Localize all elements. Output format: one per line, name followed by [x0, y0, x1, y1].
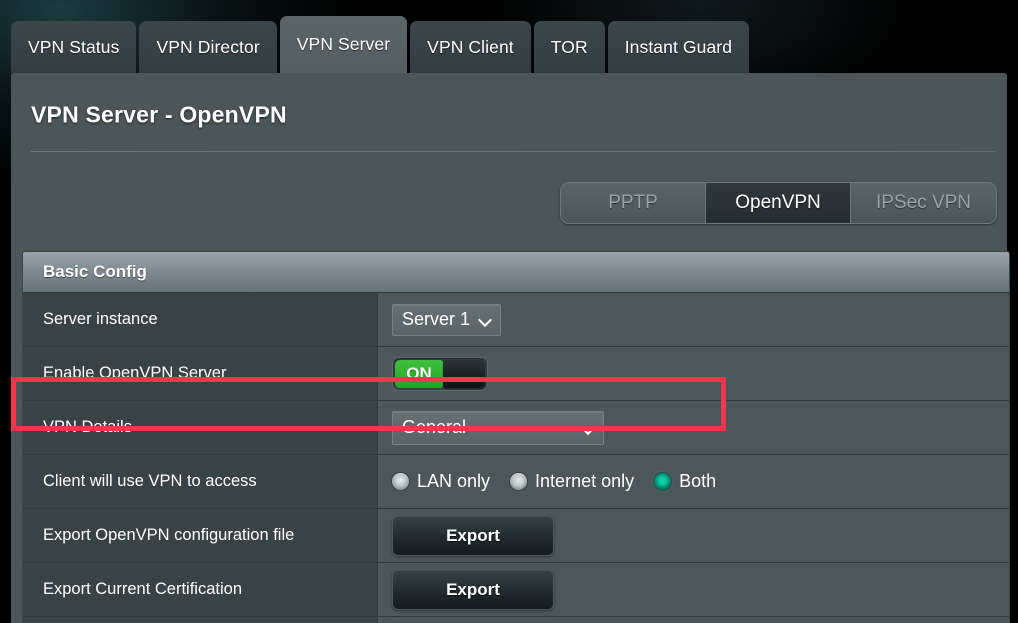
section-title: Basic Config [43, 262, 147, 281]
protocol-button-label: OpenVPN [735, 192, 821, 213]
radio-icon-selected [654, 473, 672, 490]
protocol-button-pptp[interactable]: PPTP [561, 183, 706, 223]
row-label: Server instance [23, 293, 378, 346]
table-row-server-instance: Server instance Server 1 [23, 292, 1009, 346]
row-value: Upload [378, 617, 1009, 623]
table-row-vpn-details: VPN Details General [23, 400, 1009, 454]
tab-vpn-director[interactable]: VPN Director [139, 21, 277, 73]
panel-header: VPN Server - OpenVPN [11, 73, 1007, 158]
radio-option-both[interactable]: Both [654, 471, 716, 492]
row-label: Export OpenVPN configuration file [23, 509, 378, 562]
title-divider [31, 151, 995, 152]
radio-option-lan-only[interactable]: LAN only [392, 471, 490, 492]
radio-label: Internet only [535, 471, 635, 491]
tab-tor[interactable]: TOR [533, 21, 605, 73]
tab-label: VPN Director [156, 36, 260, 57]
row-value: Export [378, 509, 1009, 562]
row-value: General [378, 401, 1009, 454]
row-label: VPN Details [23, 401, 378, 454]
export-certification-button[interactable]: Export [392, 569, 554, 610]
table-row-export-certification: Export Current Certification Export [23, 562, 1009, 616]
row-label: Enable OpenVPN Server [23, 347, 378, 400]
tab-vpn-status[interactable]: VPN Status [11, 21, 137, 73]
tab-label: TOR [550, 36, 588, 57]
table-row-enable-openvpn-server: Enable OpenVPN Server ON [23, 346, 1009, 400]
select-value: General [402, 417, 467, 437]
basic-config-table: Basic Config Server instance Server 1 En… [22, 251, 1010, 623]
content-panel: VPN Server - OpenVPN PPTP OpenVPN IPSec … [11, 73, 1010, 623]
row-value: Export [378, 563, 1009, 616]
toggle-on-label: ON [395, 359, 443, 388]
select-value: Server 1 [402, 309, 471, 329]
tab-vpn-server[interactable]: VPN Server [279, 16, 408, 73]
client-access-radio-group: LAN only Internet only Both [392, 471, 716, 492]
router-admin-page: VPN Status VPN Director VPN Server VPN C… [0, 0, 1018, 623]
row-label: Export Current Certification [23, 563, 378, 616]
vpn-details-select[interactable]: General [392, 410, 604, 445]
radio-icon [392, 473, 409, 490]
tab-label: VPN Status [28, 36, 120, 57]
row-value: LAN only Internet only Both [378, 455, 1009, 508]
toggle-knob [443, 359, 485, 388]
row-label: Import Original Certification [23, 617, 378, 623]
protocol-segmented-control: PPTP OpenVPN IPSec VPN [560, 182, 997, 224]
row-value: Server 1 [378, 293, 1009, 346]
tab-label: Instant Guard [624, 36, 733, 57]
protocol-button-label: IPSec VPN [875, 192, 972, 213]
tab-vpn-client[interactable]: VPN Client [410, 21, 531, 73]
radio-label: LAN only [417, 471, 491, 491]
radio-icon [510, 473, 528, 490]
radio-label: Both [679, 471, 717, 491]
tab-label: VPN Server [296, 34, 391, 54]
server-instance-select[interactable]: Server 1 [392, 303, 502, 336]
enable-openvpn-toggle[interactable]: ON [392, 356, 488, 391]
export-config-button[interactable]: Export [392, 515, 554, 556]
page-title: VPN Server - OpenVPN [31, 101, 287, 128]
row-label: Client will use VPN to access [23, 455, 378, 508]
radio-option-internet-only[interactable]: Internet only [510, 471, 634, 492]
table-row-client-access: Client will use VPN to access LAN only I… [23, 454, 1009, 508]
protocol-button-ipsec-vpn[interactable]: IPSec VPN [851, 183, 996, 223]
tab-label: VPN Client [427, 36, 514, 57]
protocol-button-label: PPTP [608, 192, 658, 213]
chevron-down-icon [480, 314, 491, 325]
protocol-button-openvpn[interactable]: OpenVPN [706, 183, 851, 223]
row-value: ON [378, 347, 1009, 400]
chevron-down-icon [583, 422, 594, 433]
main-tab-bar: VPN Status VPN Director VPN Server VPN C… [0, 0, 1018, 73]
table-row-import-certification: Import Original Certification Upload [23, 616, 1009, 623]
table-section-header: Basic Config [23, 252, 1009, 292]
tab-instant-guard[interactable]: Instant Guard [607, 21, 750, 73]
table-row-export-config: Export OpenVPN configuration file Export [23, 508, 1009, 562]
